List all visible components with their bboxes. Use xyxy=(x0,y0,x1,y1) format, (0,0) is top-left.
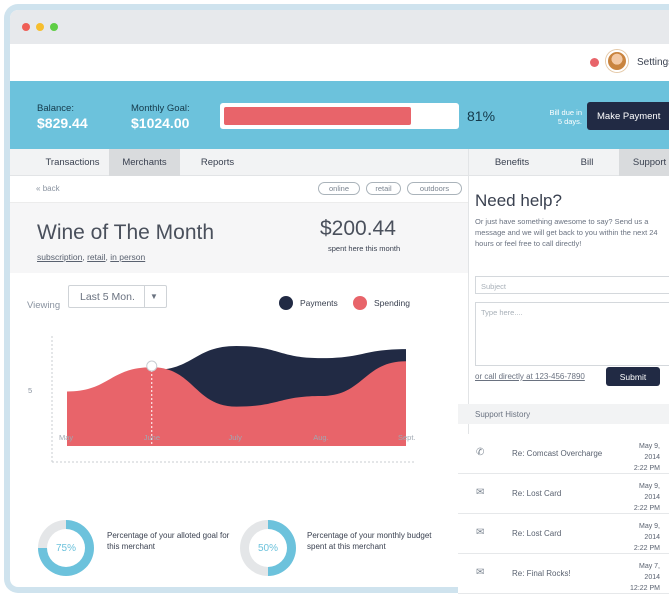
chip-online[interactable]: online xyxy=(318,182,360,195)
goal-donut-chart: 75% xyxy=(38,520,94,576)
tag-subscription[interactable]: subscription xyxy=(37,252,82,262)
legend-swatch-payments xyxy=(279,296,293,310)
tab-bill[interactable]: Bill xyxy=(562,149,612,176)
history-row[interactable]: ✆ Re: Comcast Overcharge May 9, 2014 2:2… xyxy=(458,434,669,474)
back-link[interactable]: « back xyxy=(36,184,60,193)
goal-value: $1024.00 xyxy=(131,115,190,131)
double-chevron-left-icon: « xyxy=(36,184,41,193)
legend-swatch-spending xyxy=(353,296,367,310)
x-tick-label: Sept. xyxy=(398,433,416,442)
chip-outdoors[interactable]: outdoors xyxy=(407,182,462,195)
chip-retail[interactable]: retail xyxy=(366,182,401,195)
notification-dot[interactable] xyxy=(590,58,599,67)
history-subject: Re: Lost Card xyxy=(512,529,562,538)
history-date-time: 2:22 PM xyxy=(633,505,660,513)
goal-donut-caption: Percentage of your alloted goal for this… xyxy=(107,531,230,552)
balance-label: Balance: xyxy=(37,103,74,114)
bill-due-line2: 5 days. xyxy=(557,117,582,127)
history-row[interactable]: ✉ Re: Lost Card May 9, 2014 2:22 PM xyxy=(458,474,669,514)
history-row[interactable]: ✉ Re: Lost Card May 9, 2014 2:22 PM xyxy=(458,514,669,554)
tab-transactions[interactable]: Transactions xyxy=(36,149,109,176)
history-date-day: May 9, 2014 xyxy=(638,483,660,502)
main-tabs: Transactions Merchants Reports xyxy=(10,149,468,176)
call-directly-link[interactable]: or call directly at 123-456-7890 xyxy=(475,372,585,381)
budget-donut-label: 50% xyxy=(249,529,287,567)
tab-reports[interactable]: Reports xyxy=(180,149,255,176)
viewing-label: Viewing xyxy=(27,300,61,311)
history-date-time: 12:22 PM xyxy=(630,585,660,593)
history-date-day: May 9, 2014 xyxy=(638,523,660,542)
legend-label-spending: Spending xyxy=(374,298,410,308)
back-label: back xyxy=(42,184,60,193)
history-date-time: 2:22 PM xyxy=(633,545,660,553)
history-row[interactable]: ✉ Re: Final Rocks! May 7, 2014 12:22 PM xyxy=(458,554,669,594)
history-subject: Re: Comcast Overcharge xyxy=(512,449,603,458)
merchant-amount-caption: spent here this month xyxy=(328,244,401,253)
minimize-window-button[interactable] xyxy=(36,23,44,31)
merchant-header: Wine of The Month subscription, retail, … xyxy=(10,203,468,273)
budget-donut-chart: 50% xyxy=(240,520,296,576)
tag-retail[interactable]: retail xyxy=(87,252,105,262)
subject-input[interactable]: Subject xyxy=(475,276,669,294)
side-tabs: Benefits Bill Support xyxy=(468,149,669,176)
tab-support[interactable]: Support xyxy=(619,149,669,176)
user-bar: Settings xyxy=(10,44,669,81)
legend-spending: Spending xyxy=(353,296,410,310)
goal-progress-percent: 81% xyxy=(467,108,496,124)
select-separator xyxy=(144,286,145,307)
mail-icon: ✉ xyxy=(476,487,485,498)
merchant-subbar: « back online retail outdoors xyxy=(10,176,468,203)
triangle-down-icon: ▼ xyxy=(150,292,158,301)
tab-benefits[interactable]: Benefits xyxy=(486,149,538,176)
support-history-header: Support History xyxy=(458,404,669,424)
window-titlebar xyxy=(10,10,669,44)
history-date: May 9, 2014 2:22 PM xyxy=(622,441,660,475)
merchant-amount: $200.44 xyxy=(320,217,396,240)
balance-value: $829.44 xyxy=(37,115,88,131)
history-subject: Re: Lost Card xyxy=(512,489,562,498)
history-date: May 9, 2014 2:22 PM xyxy=(622,521,660,555)
bill-due-notice: Bill due in 5 days. xyxy=(536,108,582,127)
x-tick-label: July xyxy=(228,433,242,442)
legend-label-payments: Payments xyxy=(300,298,338,308)
merchant-tags: subscription, retail, in person xyxy=(37,252,146,262)
support-title: Need help? xyxy=(475,191,562,210)
mail-icon: ✉ xyxy=(476,527,485,538)
tab-merchants[interactable]: Merchants xyxy=(109,149,180,176)
avatar[interactable] xyxy=(606,50,628,72)
goal-donut-label: 75% xyxy=(47,529,85,567)
x-tick-label: May xyxy=(59,433,74,442)
goal-progress-fill xyxy=(224,107,411,125)
settings-link[interactable]: Settings xyxy=(637,57,669,68)
merchant-title: Wine of The Month xyxy=(37,221,215,244)
submit-button[interactable]: Submit xyxy=(606,367,660,386)
maximize-window-button[interactable] xyxy=(50,23,58,31)
period-select-value: Last 5 Mon. xyxy=(80,291,135,303)
goal-progress-bar xyxy=(220,103,459,129)
bill-due-line1: Bill due in xyxy=(549,108,582,117)
history-date-day: May 7, 2014 xyxy=(638,563,660,582)
tag-in-person[interactable]: in person xyxy=(110,252,145,262)
make-payment-button[interactable]: Make Payment xyxy=(587,102,669,130)
spending-area-chart xyxy=(51,336,414,463)
balance-banner: Balance: $829.44 Monthly Goal: $1024.00 … xyxy=(10,81,669,149)
history-date: May 7, 2014 12:22 PM xyxy=(622,561,660,595)
message-textarea[interactable]: Type here.... xyxy=(475,302,669,366)
budget-donut-caption: Percentage of your monthly budget spent … xyxy=(307,531,432,552)
history-date-time: 2:22 PM xyxy=(633,465,660,473)
history-date: May 9, 2014 2:22 PM xyxy=(622,481,660,515)
support-subtitle: Or just have something awesome to say? S… xyxy=(475,217,658,248)
period-select[interactable]: Last 5 Mon. ▼ xyxy=(68,285,167,308)
x-tick-label: June xyxy=(143,433,161,442)
history-date-day: May 9, 2014 xyxy=(638,443,660,462)
close-window-button[interactable] xyxy=(22,23,30,31)
highlight-point[interactable] xyxy=(146,360,158,372)
goal-label: Monthly Goal: xyxy=(131,103,190,114)
x-tick-label: Aug. xyxy=(313,433,329,442)
y-axis-tick-label: 5 xyxy=(28,386,33,395)
history-subject: Re: Final Rocks! xyxy=(512,569,571,578)
phone-icon: ✆ xyxy=(476,447,485,458)
mail-icon: ✉ xyxy=(476,567,485,578)
legend-payments: Payments xyxy=(279,296,338,310)
